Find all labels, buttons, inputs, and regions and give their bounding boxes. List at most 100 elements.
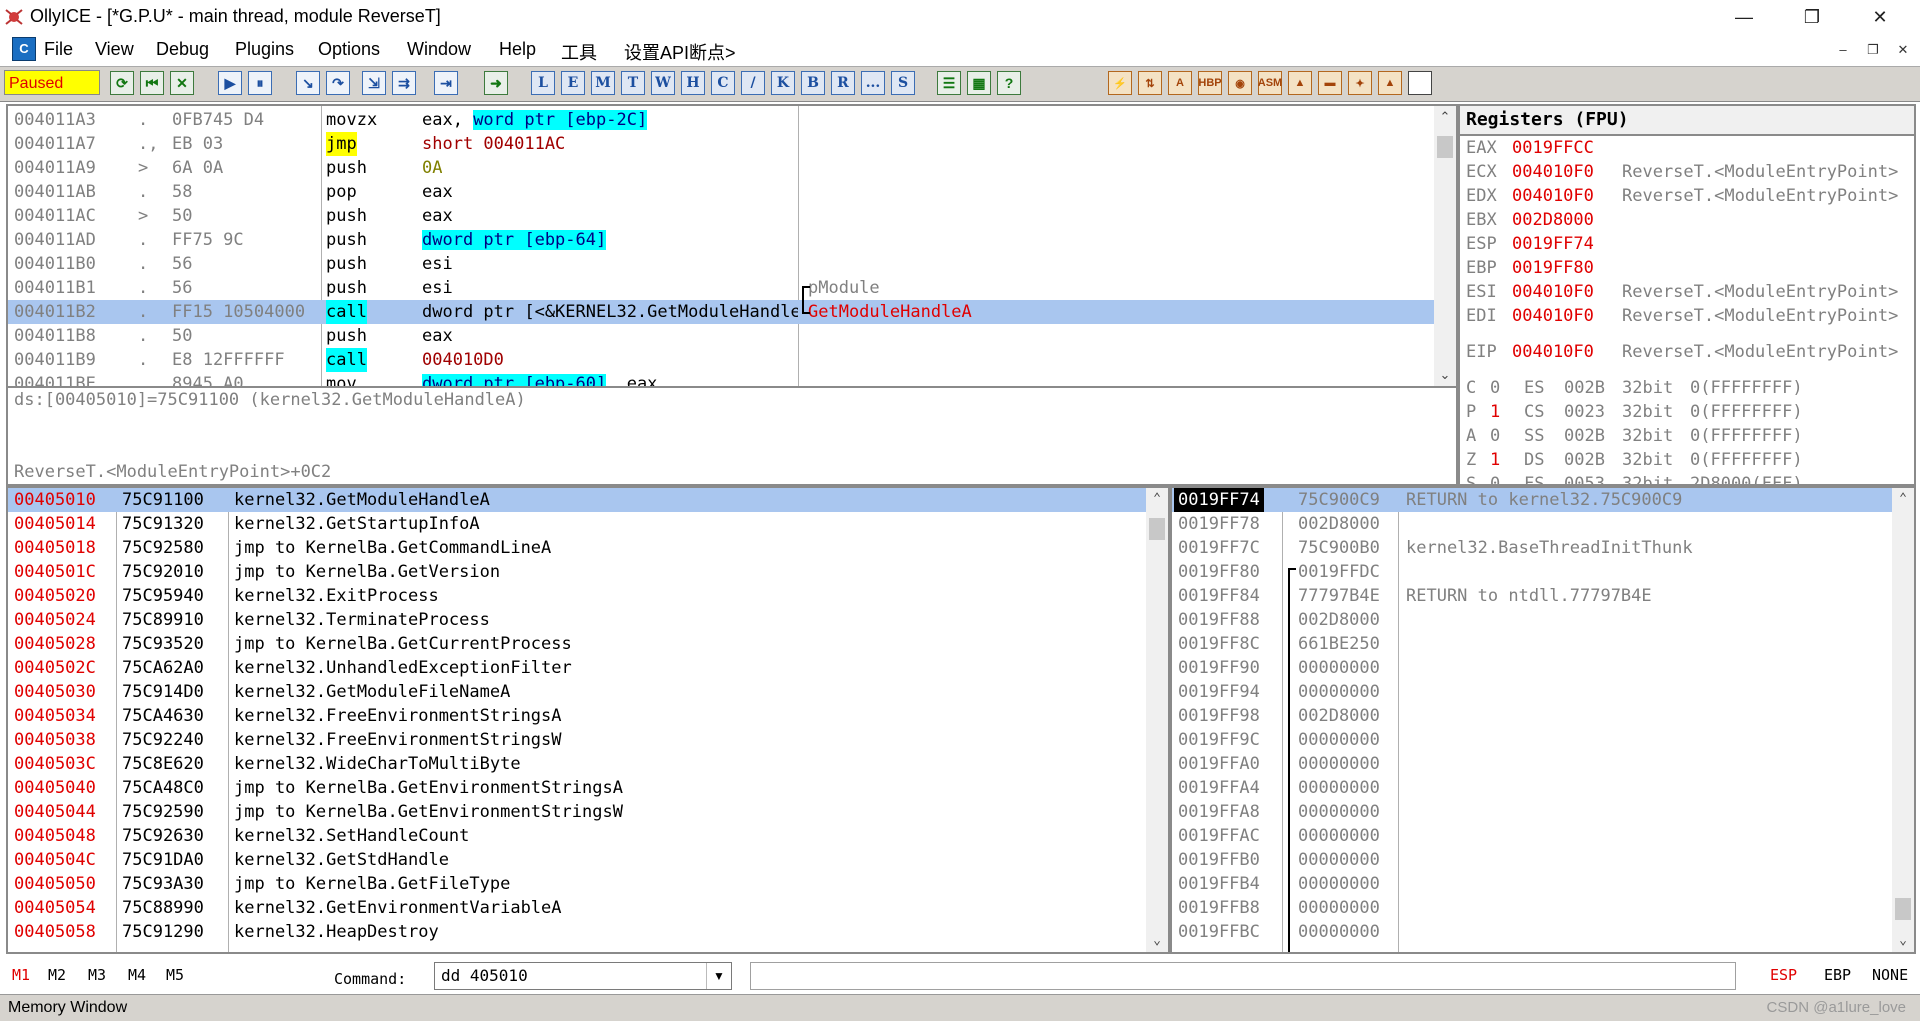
stack-row[interactable]: 0019FFBC 00000000 <box>1172 920 1894 944</box>
disasm-row[interactable]: 004011AB. 58 pop eax <box>8 180 1436 204</box>
tab-m3[interactable]: M3 <box>88 966 106 984</box>
chevron-down-icon[interactable]: ▼ <box>706 963 731 989</box>
mdi-minimize-icon[interactable]: – <box>1832 40 1854 60</box>
stack-row[interactable]: 0019FF8C 661BE250 <box>1172 632 1894 656</box>
asm-icon[interactable]: ASM <box>1258 71 1282 95</box>
stack-row[interactable]: 0019FF98 002D8000 <box>1172 704 1894 728</box>
tool-icon-4[interactable]: ▲ <box>1378 71 1402 95</box>
tool-icon-1[interactable]: ▲ <box>1288 71 1312 95</box>
threads-icon[interactable]: T <box>621 71 645 95</box>
tab-m2[interactable]: M2 <box>48 966 66 984</box>
scroll-up-icon[interactable]: ⌃ <box>1892 488 1914 510</box>
tool-icon-2[interactable]: ▬ <box>1318 71 1342 95</box>
stack-pane[interactable]: 0019FF74 75C900C9 RETURN to kernel32.75C90… <box>1170 486 1916 954</box>
close-button[interactable]: ✕ <box>1852 0 1908 34</box>
tool-icon-3[interactable]: ✦ <box>1348 71 1372 95</box>
handles-icon[interactable]: H <box>681 71 705 95</box>
log-window-icon[interactable]: L <box>531 71 555 95</box>
list-icon[interactable]: ☰ <box>937 71 961 95</box>
menu-options[interactable]: Options <box>318 39 380 60</box>
disasm-row[interactable]: 004011AC >50 push eax <box>8 204 1436 228</box>
mode-ebp[interactable]: EBP <box>1824 966 1851 984</box>
trace-into-icon[interactable]: ⇲ <box>362 71 386 95</box>
stack-row[interactable]: 0019FFA0 00000000 <box>1172 752 1894 776</box>
help-icon[interactable]: ? <box>997 71 1021 95</box>
scroll-up-icon[interactable]: ⌃ <box>1146 488 1168 510</box>
run-icon[interactable]: ▶ <box>218 71 242 95</box>
scroll-down-icon[interactable]: ⌄ <box>1146 930 1168 952</box>
dump-row[interactable]: 00405034 75CA4630 kernel32.FreeEnvironment… <box>8 704 1148 728</box>
maximize-button[interactable]: ❐ <box>1784 0 1840 34</box>
disasm-row[interactable]: 004011B9. E8 12FFFFFF call 004010D0 <box>8 348 1436 372</box>
restart-icon[interactable]: ⏮ <box>140 71 164 95</box>
dump-row[interactable]: 00405044 75C92590 jmp to KernelBa.GetEnvir… <box>8 800 1148 824</box>
disasm-row[interactable]: 004011A9 >6A 0A push 0A <box>8 156 1436 180</box>
pause-icon[interactable]: ⏸ <box>248 71 272 95</box>
disasm-scrollbar[interactable]: ⌃ ⌄ <box>1434 106 1456 386</box>
stack-row[interactable]: 0019FFB4 00000000 <box>1172 872 1894 896</box>
call-stack-icon[interactable]: K <box>771 71 795 95</box>
executable-modules-icon[interactable]: E <box>561 71 585 95</box>
dump-row[interactable]: 00405040 75CA48C0 jmp to KernelBa.GetEnvir… <box>8 776 1148 800</box>
dump-row[interactable]: 00405030 75C914D0 kernel32.GetModuleFileNa… <box>8 680 1148 704</box>
blank-tool-icon[interactable] <box>1408 71 1432 95</box>
scroll-down-icon[interactable]: ⌄ <box>1892 930 1914 952</box>
hook-icon[interactable]: A <box>1168 71 1192 95</box>
stack-row[interactable]: 0019FFB8 00000000 <box>1172 896 1894 920</box>
tab-m5[interactable]: M5 <box>166 966 184 984</box>
grid-icon[interactable]: ▦ <box>967 71 991 95</box>
stack-row[interactable]: 0019FF90 00000000 <box>1172 656 1894 680</box>
disasm-row[interactable]: 004011AD. FF75 9C push dword ptr [ebp-64] <box>8 228 1436 252</box>
scroll-down-icon[interactable]: ⌄ <box>1434 364 1456 386</box>
dump-row[interactable]: 00405010 75C91100 kernel32.GetModuleHandle… <box>8 488 1148 512</box>
cpu-window-icon[interactable]: C <box>12 37 36 61</box>
mode-none[interactable]: NONE <box>1872 966 1908 984</box>
target-icon[interactable]: ◉ <box>1228 71 1252 95</box>
scroll-up-icon[interactable]: ⌃ <box>1434 106 1456 128</box>
command-input[interactable]: dd 405010 ▼ <box>434 962 732 990</box>
breakpoints-icon[interactable]: B <box>801 71 825 95</box>
dump-row[interactable]: 0040504C 75C91DA0 kernel32.GetStdHandle <box>8 848 1148 872</box>
menu-tools[interactable]: 工具 <box>561 39 597 65</box>
hardware-breakpoint-icon[interactable]: HBP <box>1198 71 1222 95</box>
dump-scrollbar[interactable]: ⌃ ⌄ <box>1146 488 1168 952</box>
source-icon[interactable]: S <box>891 71 915 95</box>
stack-row[interactable]: 0019FFB0 00000000 <box>1172 848 1894 872</box>
patches-icon[interactable]: / <box>741 71 765 95</box>
mode-esp[interactable]: ESP <box>1770 966 1797 984</box>
stack-row[interactable]: 0019FF7C 75C900B0 kernel32.BaseThreadInitT… <box>1172 536 1894 560</box>
dump-row[interactable]: 00405024 75C89910 kernel32.TerminateProces… <box>8 608 1148 632</box>
plugin-icon[interactable]: ⚡ <box>1108 71 1132 95</box>
dump-row[interactable]: 00405018 75C92580 jmp to KernelBa.GetComma… <box>8 536 1148 560</box>
mdi-close-icon[interactable]: ✕ <box>1892 40 1914 60</box>
swap-icon[interactable]: ⇅ <box>1138 71 1162 95</box>
dump-pane[interactable]: 00405010 75C91100 kernel32.GetModuleHandle… <box>6 486 1170 954</box>
dump-row[interactable]: 00405058 75C91290 kernel32.HeapDestroy <box>8 920 1148 944</box>
dump-row[interactable]: 0040503C 75C8E620 kernel32.WideCharToMulti… <box>8 752 1148 776</box>
stack-row[interactable]: 0019FF74 75C900C9 RETURN to kernel32.75C90… <box>1172 488 1894 512</box>
stack-row[interactable]: 0019FF94 00000000 <box>1172 680 1894 704</box>
stack-row[interactable]: 0019FF78 002D8000 <box>1172 512 1894 536</box>
dump-row[interactable]: 0040501C 75C92010 jmp to KernelBa.GetVersi… <box>8 560 1148 584</box>
dump-row[interactable]: 00405048 75C92630 kernel32.SetHandleCount <box>8 824 1148 848</box>
menu-help[interactable]: Help <box>499 39 536 60</box>
stack-row[interactable]: 0019FF88 002D8000 <box>1172 608 1894 632</box>
open-icon[interactable]: ⟳ <box>110 71 134 95</box>
step-into-icon[interactable]: ↘ <box>296 71 320 95</box>
references-icon[interactable]: R <box>831 71 855 95</box>
windows-icon[interactable]: W <box>651 71 675 95</box>
run-trace-icon[interactable]: ... <box>861 71 885 95</box>
memory-map-icon[interactable]: M <box>591 71 615 95</box>
tab-m1[interactable]: M1 <box>12 966 30 984</box>
menu-plugins[interactable]: Plugins <box>235 39 294 60</box>
dump-row[interactable]: 00405054 75C88990 kernel32.GetEnvironmentV… <box>8 896 1148 920</box>
disassembly-pane[interactable]: 004011A3. 0FB745 D4 movzx eax, word ptr [eb… <box>6 104 1458 388</box>
disasm-row[interactable]: 004011B2. FF15 10504000 call dword ptr [<&K… <box>8 300 1436 324</box>
dump-row[interactable]: 00405028 75C93520 jmp to KernelBa.GetCurre… <box>8 632 1148 656</box>
trace-over-icon[interactable]: ⇉ <box>392 71 416 95</box>
disasm-row[interactable]: 004011BE. 8945 A0 mov dword ptr [ebp-60], e… <box>8 372 1436 386</box>
mdi-restore-icon[interactable]: ❐ <box>1862 40 1884 60</box>
dump-row[interactable]: 0040502C 75CA62A0 kernel32.UnhandledExcept… <box>8 656 1148 680</box>
minimize-button[interactable]: — <box>1716 0 1772 34</box>
step-over-icon[interactable]: ↷ <box>326 71 350 95</box>
